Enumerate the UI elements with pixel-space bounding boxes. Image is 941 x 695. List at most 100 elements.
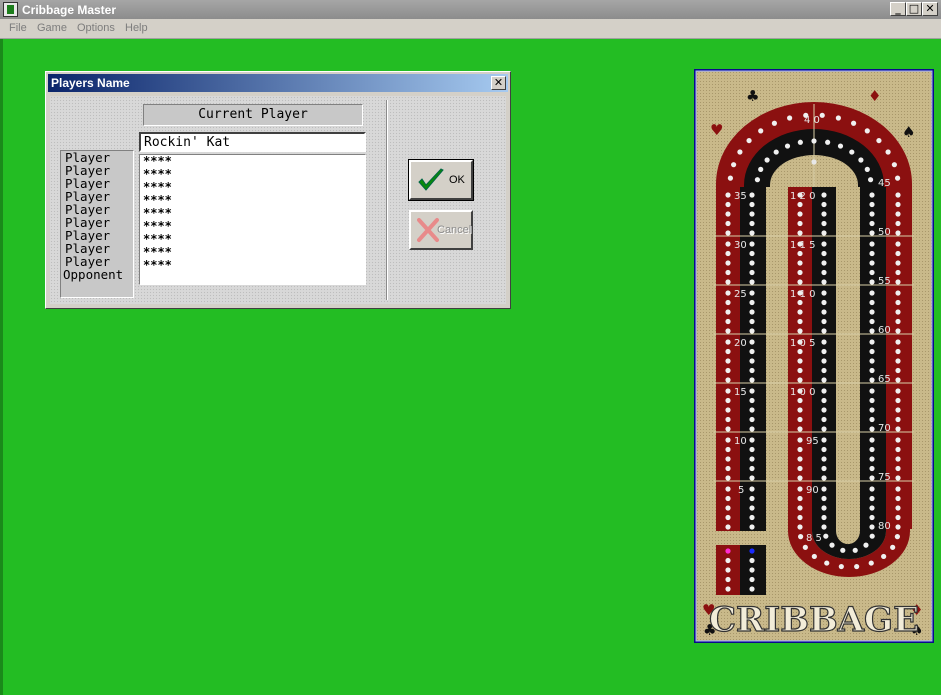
peg-hole bbox=[821, 388, 827, 394]
peg-hole bbox=[749, 290, 755, 296]
peg-hole bbox=[821, 437, 827, 443]
peg-hole bbox=[725, 279, 731, 285]
peg-hole bbox=[725, 358, 731, 364]
cribbage-board[interactable]: 4 0 8 5 35 30 25 20 15 10 5 1 2 0 1 1 5 … bbox=[694, 69, 934, 643]
peg-hole bbox=[749, 230, 755, 236]
player-name-input[interactable] bbox=[139, 132, 366, 152]
peg-hole bbox=[869, 250, 875, 257]
peg-hole bbox=[749, 358, 755, 364]
peg-hole bbox=[797, 495, 803, 502]
peg-hole bbox=[891, 162, 897, 168]
peg-hole bbox=[869, 486, 875, 492]
peg-hole bbox=[749, 426, 755, 432]
peg-hole bbox=[773, 149, 779, 155]
list-item[interactable]: **** bbox=[140, 207, 365, 220]
board-label-center: 90 bbox=[806, 485, 819, 496]
close-button[interactable]: ✕ bbox=[922, 2, 938, 16]
peg-hole bbox=[895, 505, 901, 511]
peg-hole bbox=[895, 495, 901, 502]
peg-hole bbox=[749, 201, 755, 208]
peg-hole bbox=[725, 567, 731, 573]
list-item[interactable]: **** bbox=[140, 220, 365, 233]
menu-file[interactable]: File bbox=[9, 22, 27, 34]
peg-hole bbox=[797, 377, 803, 383]
peg-hole bbox=[731, 162, 737, 168]
list-item[interactable]: **** bbox=[140, 194, 365, 207]
peg-hole bbox=[798, 534, 804, 540]
peg-hole bbox=[821, 250, 827, 257]
peg-hole bbox=[787, 115, 793, 121]
peg-hole bbox=[725, 290, 731, 296]
peg-hole bbox=[797, 524, 803, 530]
peg-hole bbox=[725, 576, 731, 583]
peg-hole bbox=[823, 533, 829, 539]
peg-hole bbox=[749, 576, 755, 583]
peg-hole bbox=[829, 542, 835, 548]
list-item[interactable]: **** bbox=[140, 259, 365, 272]
peg-hole bbox=[725, 201, 731, 208]
dialog-separator bbox=[386, 100, 388, 300]
peg-hole bbox=[863, 542, 869, 548]
peg-hole bbox=[754, 177, 761, 183]
peg-hole bbox=[821, 211, 827, 217]
peg-hole bbox=[895, 416, 901, 423]
menu-game[interactable]: Game bbox=[37, 22, 67, 34]
board-label-right: 80 bbox=[878, 521, 891, 532]
peg-hole bbox=[895, 230, 901, 236]
current-player-label: Current Player bbox=[143, 104, 363, 126]
saved-names-list[interactable]: **** **** **** **** **** **** **** **** … bbox=[139, 154, 366, 285]
spade-icon: ♠ bbox=[902, 123, 915, 141]
peg-hole bbox=[725, 456, 731, 462]
peg-hole bbox=[852, 547, 858, 553]
list-item[interactable]: **** bbox=[140, 168, 365, 181]
peg-hole bbox=[821, 377, 827, 383]
peg-hole bbox=[895, 524, 901, 530]
peg-hole bbox=[749, 586, 755, 592]
menu-help[interactable]: Help bbox=[125, 22, 148, 34]
peg-hole bbox=[869, 318, 875, 325]
list-item[interactable]: **** bbox=[140, 233, 365, 246]
peg-hole bbox=[749, 495, 755, 502]
list-item[interactable]: **** bbox=[140, 246, 365, 259]
peg-hole bbox=[746, 137, 752, 144]
peg-hole bbox=[797, 446, 803, 453]
peg-hole bbox=[725, 514, 731, 521]
peg-hole bbox=[821, 220, 827, 227]
list-item[interactable]: **** bbox=[140, 181, 365, 194]
peg-hole bbox=[725, 250, 731, 257]
peg-hole bbox=[797, 397, 803, 404]
club-icon: ♣ bbox=[746, 87, 759, 105]
peg-hole bbox=[821, 201, 827, 208]
ok-button[interactable]: OK bbox=[408, 159, 474, 201]
board-label-right: 65 bbox=[878, 374, 891, 385]
maximize-button[interactable]: □ bbox=[906, 2, 922, 16]
peg-hole bbox=[821, 260, 827, 266]
peg-hole bbox=[727, 175, 734, 181]
peg-hole bbox=[867, 177, 874, 183]
peg-hole bbox=[725, 318, 731, 325]
peg-hole bbox=[821, 318, 827, 325]
menu-options[interactable]: Options bbox=[77, 22, 115, 34]
peg-hole bbox=[821, 269, 827, 276]
peg-hole bbox=[797, 211, 803, 217]
minimize-button[interactable]: _ bbox=[890, 2, 906, 16]
peg-hole bbox=[869, 426, 875, 432]
peg-hole bbox=[895, 279, 901, 285]
board-label-left: 35 bbox=[734, 191, 747, 202]
app-icon[interactable] bbox=[3, 2, 18, 17]
cancel-button[interactable]: Cancel bbox=[409, 210, 473, 250]
dialog-close-button[interactable]: ✕ bbox=[491, 76, 506, 90]
dialog-title: Players Name bbox=[51, 76, 130, 90]
peg-hole bbox=[797, 279, 803, 285]
peg-hole bbox=[868, 560, 874, 566]
peg-hole bbox=[797, 309, 803, 315]
start-hole bbox=[811, 159, 817, 165]
peg-hole bbox=[895, 437, 901, 443]
board-label-top: 4 0 bbox=[804, 115, 820, 126]
list-item[interactable]: **** bbox=[140, 155, 365, 168]
peg-hole bbox=[869, 524, 875, 530]
peg-hole bbox=[895, 309, 901, 315]
peg-hole bbox=[895, 220, 901, 227]
peg-hole bbox=[749, 192, 755, 198]
peg-hole bbox=[797, 465, 803, 472]
